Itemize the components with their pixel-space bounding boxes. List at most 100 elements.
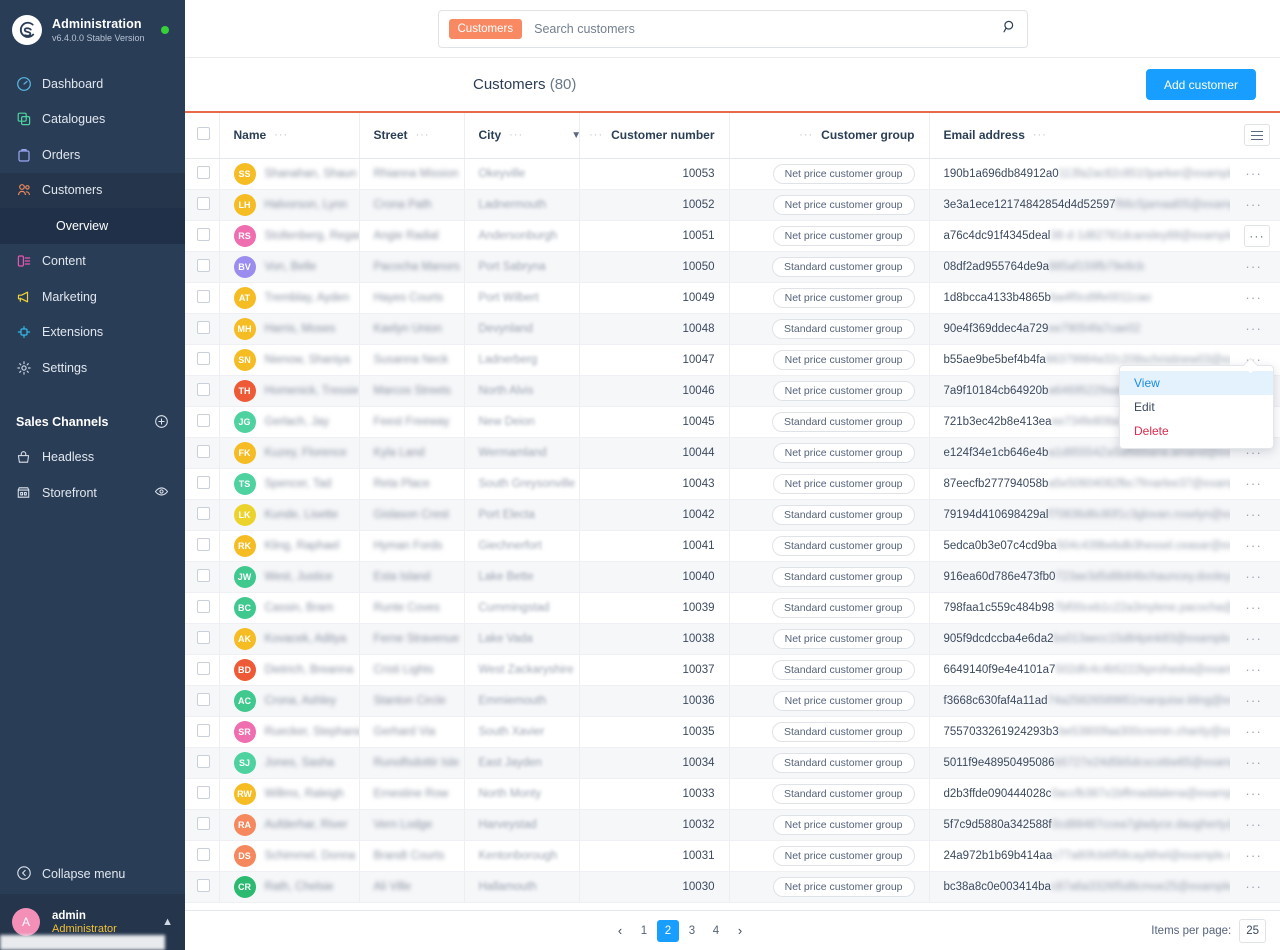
table-row[interactable]: SNNienow, ShaniyaSusanna NeckLadnerberg1… — [185, 344, 1280, 375]
table-row[interactable]: JWWest, JusticeEsta IslandLake Bette1004… — [185, 561, 1280, 592]
table-row[interactable]: ACCrona, AshleyStanton CircleEmmiemouth1… — [185, 685, 1280, 716]
sidebar-item-overview[interactable]: Overview — [0, 208, 185, 244]
table-row[interactable]: BCCassin, BramRunte CovesCummingstad1003… — [185, 592, 1280, 623]
row-checkbox[interactable] — [197, 569, 210, 582]
row-checkbox[interactable] — [197, 507, 210, 520]
table-row[interactable]: CRRath, ChelsieAli VilleHallamouth10030N… — [185, 871, 1280, 902]
row-checkbox[interactable] — [197, 848, 210, 861]
column-header-customer-number[interactable]: ▼ ··· Customer number — [579, 113, 729, 158]
table-row[interactable]: THHomenick, TressieMarcos StreetsNorth A… — [185, 375, 1280, 406]
column-menu-icon[interactable]: ··· — [589, 129, 603, 141]
row-actions-button[interactable]: ··· — [1245, 662, 1262, 677]
row-checkbox[interactable] — [197, 476, 210, 489]
sidebar-item-storefront[interactable]: Storefront — [0, 475, 185, 511]
row-actions-button[interactable]: ··· — [1245, 197, 1262, 212]
table-row[interactable]: RWWillms, RaleighErnestine RowNorth Mont… — [185, 778, 1280, 809]
row-checkbox[interactable] — [197, 166, 210, 179]
table-row[interactable]: JGGerlach, JayFeest FreewayNew Deion1004… — [185, 406, 1280, 437]
row-checkbox[interactable] — [197, 259, 210, 272]
row-checkbox[interactable] — [197, 786, 210, 799]
row-actions-button[interactable]: ··· — [1245, 600, 1262, 615]
sidebar-item-customers[interactable]: Customers — [0, 173, 185, 209]
column-header-customer-group[interactable]: ··· Customer group — [729, 113, 929, 158]
column-header-street[interactable]: Street ··· — [359, 113, 464, 158]
column-header-email-address[interactable]: Email address ··· — [929, 113, 1230, 158]
table-row[interactable]: ATTremblay, AydenHayes CourtsPort Wilber… — [185, 282, 1280, 313]
column-menu-icon[interactable]: ··· — [509, 129, 523, 141]
pagination-page-2[interactable]: 2 — [657, 920, 679, 942]
row-actions-button[interactable]: ··· — [1245, 631, 1262, 646]
row-actions-button[interactable]: ··· — [1245, 569, 1262, 584]
column-header-name[interactable]: Name ··· — [219, 113, 359, 158]
row-actions-button[interactable]: ··· — [1245, 724, 1262, 739]
sidebar-item-headless[interactable]: Headless — [0, 440, 185, 476]
table-row[interactable]: BDDietrich, BreannaCristi LightsWest Zac… — [185, 654, 1280, 685]
row-actions-button[interactable]: ··· — [1245, 259, 1262, 274]
table-row[interactable]: TSSpencer, TadReta PlaceSouth Greysonvil… — [185, 468, 1280, 499]
table-row[interactable]: RKKling, RaphaelHyman FordsGiechnerfort1… — [185, 530, 1280, 561]
row-checkbox[interactable] — [197, 600, 210, 613]
table-row[interactable]: DSSchimmel, DonnaBrandt CourtsKentonboro… — [185, 840, 1280, 871]
sidebar-item-marketing[interactable]: Marketing — [0, 279, 185, 315]
pagination-page-3[interactable]: 3 — [681, 920, 703, 942]
context-menu-item-view[interactable]: View — [1120, 371, 1273, 395]
row-checkbox[interactable] — [197, 383, 210, 396]
table-row[interactable]: RSStoltenberg, ReganAngie RadialAnderson… — [185, 220, 1280, 251]
select-all-checkbox[interactable] — [197, 127, 210, 140]
table-row[interactable]: BVVon, BellePacocha ManorsPort Sabryna10… — [185, 251, 1280, 282]
table-settings-icon[interactable] — [1244, 124, 1270, 146]
sidebar-item-catalogues[interactable]: Catalogues — [0, 102, 185, 138]
table-row[interactable]: LKKunde, LisetteGislason CrestPort Elect… — [185, 499, 1280, 530]
sidebar-item-dashboard[interactable]: Dashboard — [0, 66, 185, 102]
context-menu-item-edit[interactable]: Edit — [1120, 395, 1273, 419]
collapse-menu-button[interactable]: Collapse menu — [0, 854, 185, 894]
sidebar-item-extensions[interactable]: Extensions — [0, 315, 185, 351]
column-header-city[interactable]: City ··· — [464, 113, 579, 158]
add-customer-button[interactable]: Add customer — [1146, 69, 1256, 100]
sort-descending-icon[interactable]: ▼ — [571, 130, 581, 141]
row-checkbox[interactable] — [197, 414, 210, 427]
row-actions-button[interactable]: ··· — [1245, 507, 1262, 522]
search-input[interactable] — [534, 22, 1001, 36]
table-row[interactable]: SJJones, SashaRunolfsdottir IsleEast Jay… — [185, 747, 1280, 778]
row-actions-button[interactable]: ··· — [1245, 693, 1262, 708]
sidebar-item-orders[interactable]: Orders — [0, 137, 185, 173]
row-checkbox[interactable] — [197, 693, 210, 706]
row-checkbox[interactable] — [197, 538, 210, 551]
row-actions-button[interactable]: ··· — [1244, 225, 1270, 247]
row-checkbox[interactable] — [197, 817, 210, 830]
row-actions-button[interactable]: ··· — [1245, 879, 1262, 894]
chevron-up-icon[interactable]: ▲ — [162, 916, 173, 928]
table-row[interactable]: SSShanahan, ShaunRhianna MissionOkeyvill… — [185, 158, 1280, 189]
row-actions-button[interactable]: ··· — [1245, 755, 1262, 770]
table-row[interactable]: SRRuecker, StephaniaGerhard ViaSouth Xav… — [185, 716, 1280, 747]
row-checkbox[interactable] — [197, 445, 210, 458]
table-row[interactable]: AKKovacek, AdityaFerne StravenueLake Vad… — [185, 623, 1280, 654]
column-menu-icon[interactable]: ··· — [1033, 129, 1047, 141]
row-actions-button[interactable]: ··· — [1245, 166, 1262, 181]
sidebar-item-content[interactable]: Content — [0, 244, 185, 280]
row-checkbox[interactable] — [197, 662, 210, 675]
row-checkbox[interactable] — [197, 755, 210, 768]
row-actions-button[interactable]: ··· — [1245, 817, 1262, 832]
search-icon[interactable] — [1002, 19, 1017, 38]
row-checkbox[interactable] — [197, 724, 210, 737]
row-actions-button[interactable]: ··· — [1245, 476, 1262, 491]
pagination-page-1[interactable]: 1 — [633, 920, 655, 942]
table-row[interactable]: MHHarris, MosesKaelyn UnionDevynland1004… — [185, 313, 1280, 344]
plus-circle-icon[interactable] — [154, 414, 169, 429]
pagination-prev-button[interactable]: ‹ — [609, 920, 631, 942]
eye-icon[interactable] — [154, 484, 169, 502]
row-actions-button[interactable]: ··· — [1245, 538, 1262, 553]
column-menu-icon[interactable]: ··· — [274, 129, 288, 141]
row-checkbox[interactable] — [197, 352, 210, 365]
table-row[interactable]: FKKuzey, FlorenceKyla LandWermamland1004… — [185, 437, 1280, 468]
row-checkbox[interactable] — [197, 879, 210, 892]
row-actions-button[interactable]: ··· — [1245, 321, 1262, 336]
column-menu-icon[interactable]: ··· — [416, 129, 430, 141]
row-checkbox[interactable] — [197, 197, 210, 210]
column-menu-icon[interactable]: ··· — [799, 129, 813, 141]
pagination-page-4[interactable]: 4 — [705, 920, 727, 942]
row-actions-button[interactable]: ··· — [1245, 786, 1262, 801]
row-checkbox[interactable] — [197, 321, 210, 334]
